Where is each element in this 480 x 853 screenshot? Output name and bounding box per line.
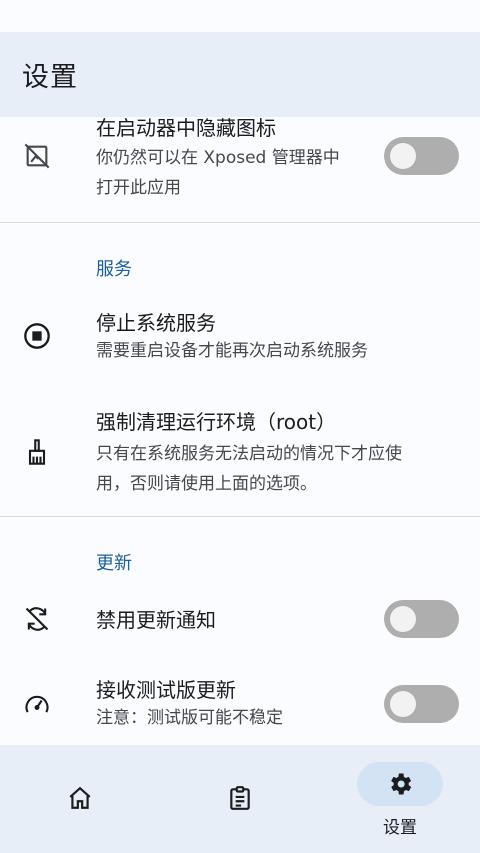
toggle-knob (390, 143, 416, 169)
beta-updates-toggle[interactable] (384, 685, 459, 723)
status-bar (0, 0, 480, 32)
nav-item-logs[interactable] (160, 745, 320, 853)
setting-title: 在启动器中隐藏图标 (96, 117, 276, 140)
section-header-service: 服务 (96, 259, 132, 280)
broom-icon (22, 437, 52, 467)
gear-icon (385, 769, 415, 799)
settings-list[interactable]: 在启动器中隐藏图标 你仍然可以在 Xposed 管理器中 打开此应用 服务 停止… (0, 117, 480, 745)
setting-title: 强制清理运行环境（root） (96, 410, 337, 434)
toggle-knob (390, 691, 416, 717)
setting-beta-updates[interactable]: 接收测试版更新 注意：测试版可能不稳定 (0, 673, 480, 741)
setting-hide-launcher-icon[interactable]: 在启动器中隐藏图标 你仍然可以在 Xposed 管理器中 打开此应用 (0, 117, 480, 221)
setting-subtitle: 需要重启设备才能再次启动系统服务 (96, 341, 368, 361)
setting-title: 停止系统服务 (96, 311, 216, 335)
setting-force-clean[interactable]: 强制清理运行环境（root） 只有在系统服务无法启动的情况下才应使 用，否则请使… (0, 397, 480, 515)
nav-item-home[interactable] (0, 745, 160, 853)
stop-circle-icon (22, 321, 52, 351)
sync-disabled-icon (22, 604, 52, 634)
nav-item-settings[interactable]: 设置 (320, 745, 480, 853)
nav-label-settings: 设置 (383, 818, 417, 838)
divider (0, 516, 480, 517)
bottom-navigation: 设置 (0, 745, 480, 853)
top-app-bar: 设置 (0, 32, 480, 117)
toggle-knob (390, 606, 416, 632)
speed-gauge-icon (22, 689, 52, 719)
setting-disable-update-notify[interactable]: 禁用更新通知 (0, 595, 480, 643)
page-title: 设置 (22, 62, 78, 93)
setting-subtitle: 用，否则请使用上面的选项。 (96, 474, 317, 494)
divider (0, 222, 480, 223)
section-header-update: 更新 (96, 553, 132, 574)
setting-stop-service[interactable]: 停止系统服务 需要重启设备才能再次启动系统服务 (0, 297, 480, 387)
hide-icon-toggle[interactable] (384, 137, 459, 175)
hide-image-icon (22, 141, 52, 171)
update-notify-toggle[interactable] (384, 600, 459, 638)
setting-subtitle: 只有在系统服务无法启动的情况下才应使 (96, 444, 402, 464)
home-icon (65, 783, 95, 813)
clipboard-icon (225, 783, 255, 813)
setting-subtitle: 打开此应用 (96, 178, 181, 198)
